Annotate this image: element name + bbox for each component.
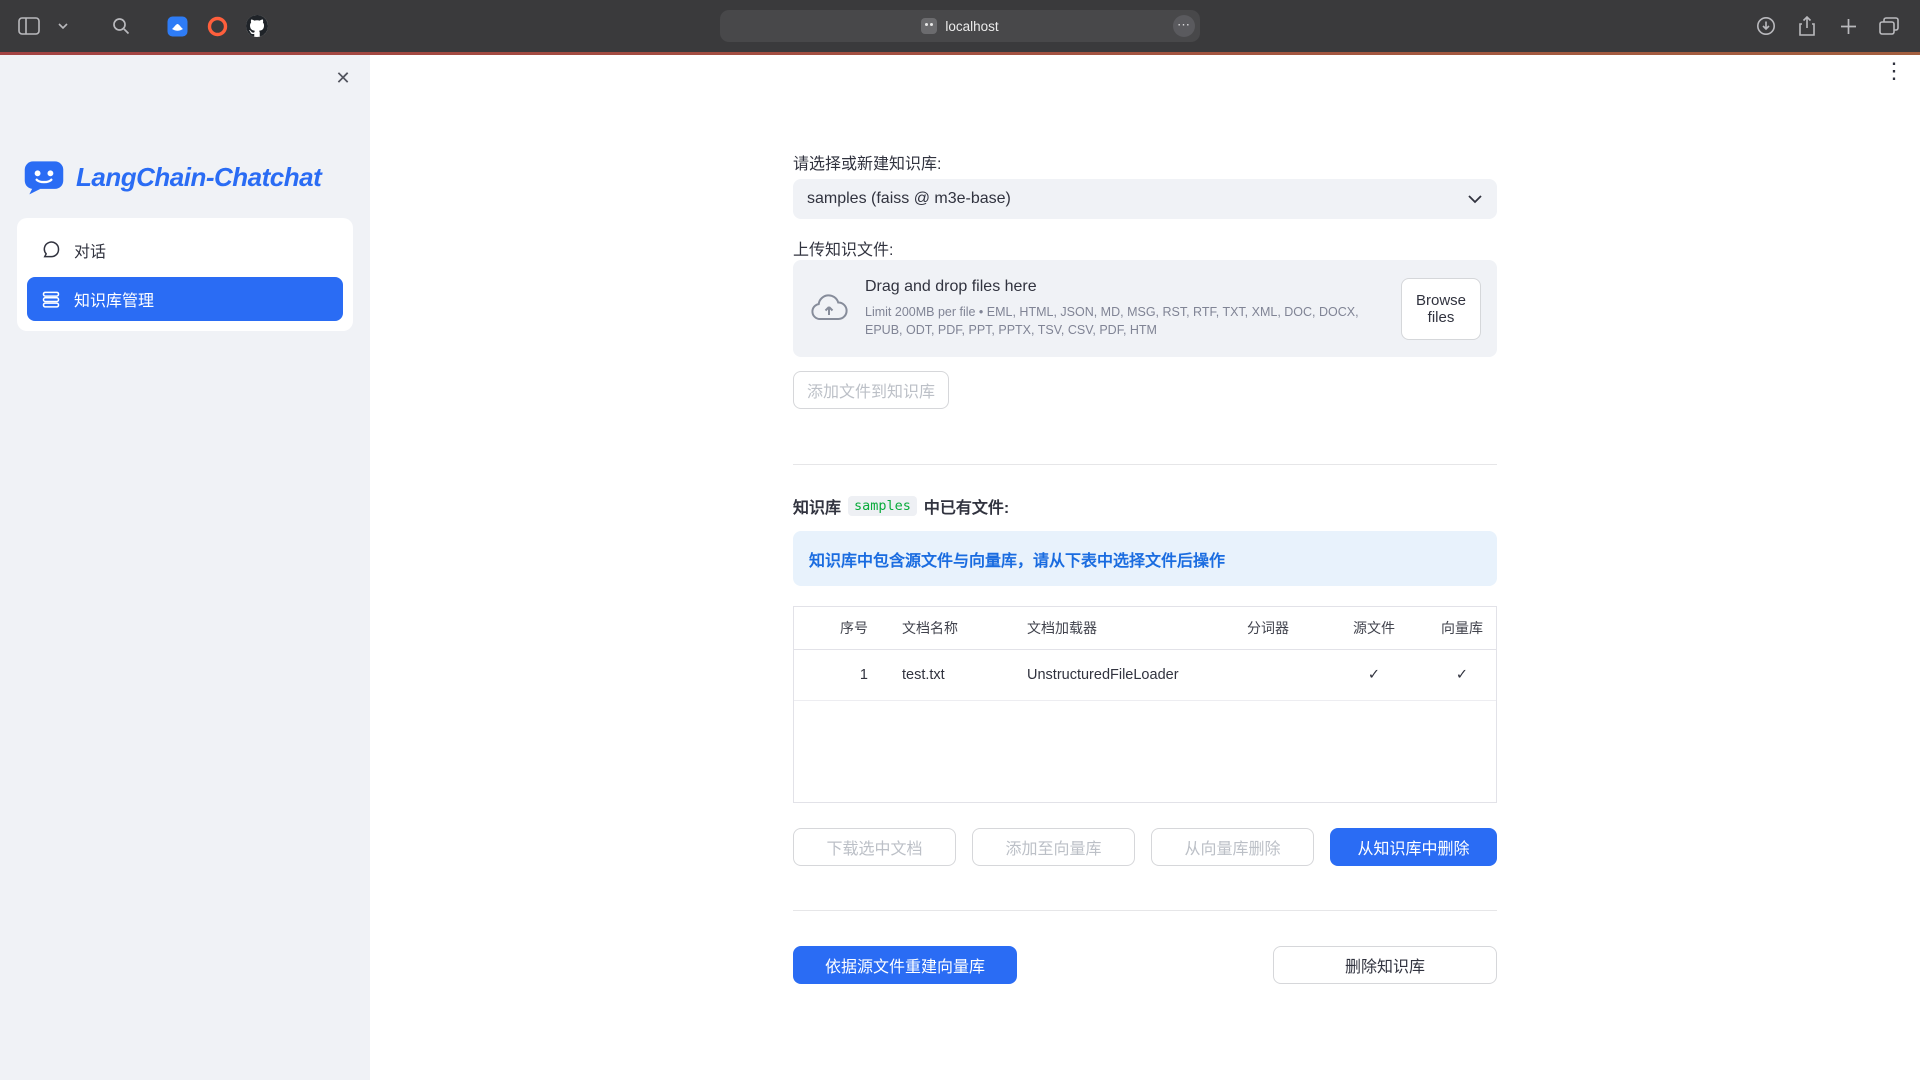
- app-root: ✕ LangChain-Chatchat 对: [0, 55, 1920, 1080]
- main-content: 请选择或新建知识库: samples (faiss @ m3e-base) 上传…: [793, 55, 1497, 1080]
- kb-select-value: samples (faiss @ m3e-base): [807, 190, 1011, 208]
- cell-vector-check: ✓: [1428, 667, 1496, 683]
- add-files-button[interactable]: 添加文件到知识库: [793, 371, 949, 409]
- page-more-button[interactable]: ⋯: [1173, 15, 1195, 37]
- app-icon-blue[interactable]: [164, 13, 190, 39]
- kb-name-code: samples: [848, 496, 917, 516]
- cell-loader: UnstructuredFileLoader: [1011, 667, 1216, 683]
- add-to-vector-button[interactable]: 添加至向量库: [972, 828, 1135, 866]
- column-header: 向量库: [1428, 618, 1496, 638]
- files-heading: 知识库 samples 中已有文件:: [793, 494, 1497, 518]
- tab-overview-icon[interactable]: [1876, 13, 1902, 39]
- sidebar: ✕ LangChain-Chatchat 对: [0, 55, 370, 1080]
- kb-select-label: 请选择或新建知识库:: [793, 150, 1497, 174]
- sidebar-item-label: 对话: [74, 238, 106, 262]
- address-text: localhost: [945, 19, 998, 34]
- column-header: 序号: [794, 618, 882, 638]
- chat-bubble-icon: [41, 240, 61, 260]
- cell-source-check: ✓: [1320, 667, 1428, 683]
- divider: [793, 464, 1497, 465]
- table-header-row: 序号 文档名称 文档加载器 分词器 源文件 向量库: [794, 607, 1496, 650]
- kb-select[interactable]: samples (faiss @ m3e-base): [793, 179, 1497, 219]
- app-logo: LangChain-Chatchat: [22, 155, 321, 199]
- files-table: 序号 文档名称 文档加载器 分词器 源文件 向量库 1 test.txt Uns…: [793, 606, 1497, 803]
- knowledge-base-icon: [41, 289, 61, 309]
- logo-text: LangChain-Chatchat: [76, 162, 321, 193]
- address-bar[interactable]: localhost ⋯: [720, 10, 1200, 42]
- uploader-title: Drag and drop files here: [865, 278, 1401, 296]
- remove-from-vector-button[interactable]: 从向量库删除: [1151, 828, 1314, 866]
- main-menu-button[interactable]: ⋮: [1881, 58, 1907, 88]
- file-actions: 下载选中文档 添加至向量库 从向量库删除 从知识库中删除: [793, 828, 1497, 866]
- share-icon[interactable]: [1794, 13, 1820, 39]
- downloads-icon[interactable]: [1753, 13, 1779, 39]
- column-header: 文档加载器: [1011, 618, 1216, 638]
- cloud-upload-icon: [809, 293, 849, 325]
- uploader-limit-text: Limit 200MB per file • EML, HTML, JSON, …: [865, 303, 1385, 339]
- chevron-down-icon: [1467, 194, 1483, 204]
- file-uploader-dropzone[interactable]: Drag and drop files here Limit 200MB per…: [793, 260, 1497, 357]
- browse-files-button[interactable]: Browse files: [1401, 278, 1481, 340]
- files-heading-suffix: 中已有文件:: [924, 494, 1009, 518]
- info-banner-text: 知识库中包含源文件与向量库，请从下表中选择文件后操作: [809, 547, 1225, 571]
- site-favicon: [921, 18, 937, 34]
- browser-toolbar: localhost ⋯: [0, 0, 1920, 52]
- delete-kb-button[interactable]: 删除知识库: [1273, 946, 1497, 984]
- search-icon[interactable]: [108, 13, 134, 39]
- upload-label: 上传知识文件:: [793, 236, 1497, 260]
- divider: [793, 910, 1497, 911]
- column-header: 文档名称: [882, 618, 1011, 638]
- sidebar-item-dialogue[interactable]: 对话: [27, 228, 343, 272]
- info-banner: 知识库中包含源文件与向量库，请从下表中选择文件后操作: [793, 531, 1497, 586]
- sidebar-close-button[interactable]: ✕: [330, 65, 356, 91]
- cell-doc-name: test.txt: [882, 667, 1011, 683]
- sidebar-item-label: 知识库管理: [74, 287, 154, 311]
- logo-icon: [22, 155, 66, 199]
- github-icon[interactable]: [244, 13, 270, 39]
- app-icon-orange[interactable]: [204, 13, 230, 39]
- table-row[interactable]: 1 test.txt UnstructuredFileLoader ✓ ✓: [794, 650, 1496, 701]
- rebuild-vector-store-button[interactable]: 依据源文件重建向量库: [793, 946, 1017, 984]
- column-header: 源文件: [1320, 618, 1428, 638]
- sidebar-menu: 对话 知识库管理: [17, 218, 353, 331]
- column-header: 分词器: [1216, 618, 1320, 638]
- cell-index: 1: [794, 667, 882, 683]
- kb-bottom-actions: 依据源文件重建向量库 删除知识库: [793, 946, 1497, 984]
- files-heading-prefix: 知识库: [793, 494, 841, 518]
- new-tab-icon[interactable]: [1835, 13, 1861, 39]
- chevron-down-icon[interactable]: [56, 13, 70, 39]
- sidebar-item-kb-management[interactable]: 知识库管理: [27, 277, 343, 321]
- download-selected-button[interactable]: 下载选中文档: [793, 828, 956, 866]
- sidebar-toggle-icon[interactable]: [16, 13, 42, 39]
- delete-from-kb-button[interactable]: 从知识库中删除: [1330, 828, 1497, 866]
